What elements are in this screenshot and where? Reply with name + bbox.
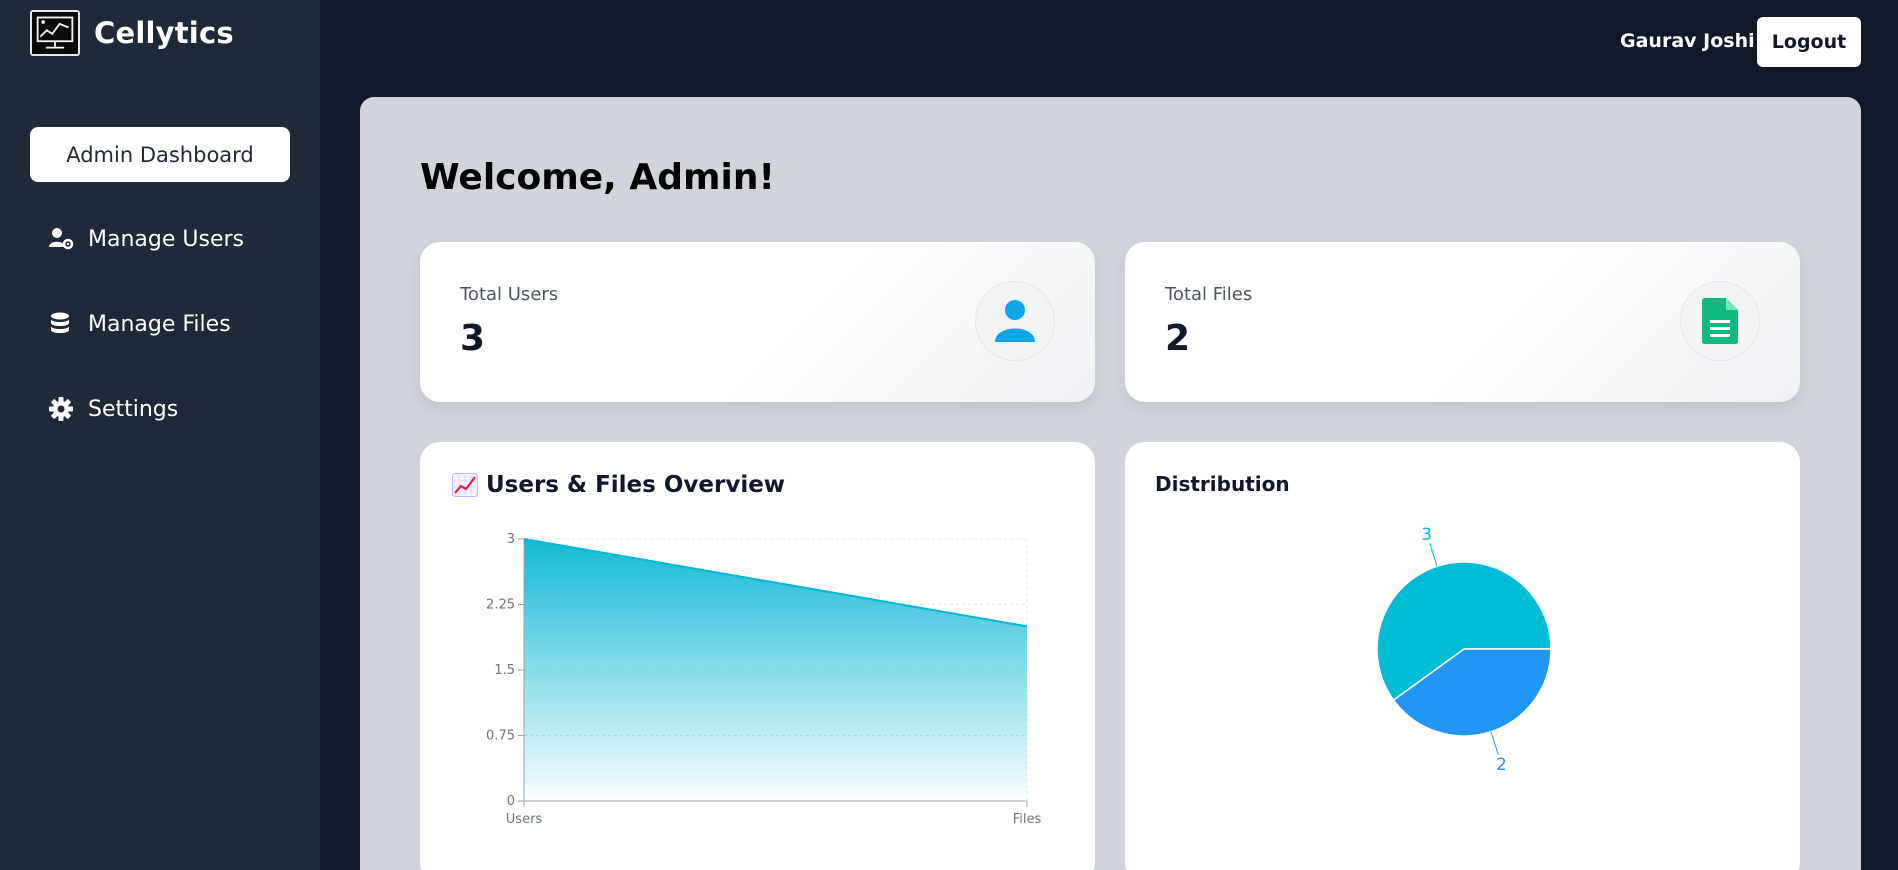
stat-value: 2: [1165, 318, 1191, 359]
overview-area-chart: 0 0.75 1.5 2.25 3 Users Files: [486, 532, 1042, 827]
y-tick-label: 0.75: [486, 729, 515, 744]
pie-data-label: 3: [1421, 525, 1432, 545]
y-tick-label: 1.5: [494, 663, 515, 678]
sidebar: Cellytics Admin Dashboard Manage Users M…: [0, 0, 320, 870]
main-panel: Welcome, Admin! Total Users 3 Total File…: [360, 97, 1861, 870]
sidebar-item-label: Settings: [88, 396, 179, 422]
sidebar-item-admin-dashboard[interactable]: Admin Dashboard: [30, 127, 290, 182]
app-name: Cellytics: [94, 16, 234, 50]
stat-card-files: Total Files 2: [1125, 242, 1800, 402]
sidebar-item-manage-files[interactable]: Manage Files: [48, 311, 231, 337]
gear-icon: [49, 397, 73, 421]
x-tick-label: Files: [1013, 812, 1042, 827]
pie-data-label: 2: [1496, 755, 1507, 775]
distribution-pie-chart: 32: [1376, 525, 1552, 775]
sidebar-item-settings[interactable]: Settings: [48, 396, 178, 422]
y-tick-label: 0: [507, 794, 515, 809]
sidebar-item-label: Manage Files: [88, 311, 231, 337]
distribution-chart-card: Distribution 32: [1125, 442, 1800, 870]
stat-card-users: Total Users 3: [420, 242, 1095, 402]
file-icon: [1702, 298, 1738, 344]
area-fill: [524, 539, 1027, 801]
user-name: Gaurav Joshi: [1620, 30, 1755, 52]
brand[interactable]: Cellytics: [30, 10, 234, 56]
pie-label-line: [1429, 543, 1438, 567]
pie-label-line: [1490, 731, 1499, 755]
database-icon: [51, 312, 69, 333]
app-logo-icon: [30, 10, 80, 56]
sidebar-item-label: Manage Users: [88, 226, 244, 252]
stat-value: 3: [460, 318, 486, 359]
sidebar-item-manage-users[interactable]: Manage Users: [48, 226, 244, 252]
page-title: Welcome, Admin!: [420, 157, 775, 198]
user-icon: [995, 300, 1035, 342]
y-tick-label: 2.25: [486, 598, 515, 613]
stat-icon-container: [1680, 281, 1760, 361]
user-gear-icon: [49, 228, 74, 250]
y-tick-label: 3: [507, 532, 515, 547]
stat-label: Total Users: [460, 284, 559, 305]
x-tick-label: Users: [506, 812, 543, 827]
stat-label: Total Files: [1165, 284, 1253, 305]
overview-chart-card: Users & Files Overview 0 0.75 1.5 2.25 3 User…: [420, 442, 1095, 870]
logout-button[interactable]: Logout: [1757, 17, 1861, 67]
stat-icon-container: [975, 281, 1055, 361]
